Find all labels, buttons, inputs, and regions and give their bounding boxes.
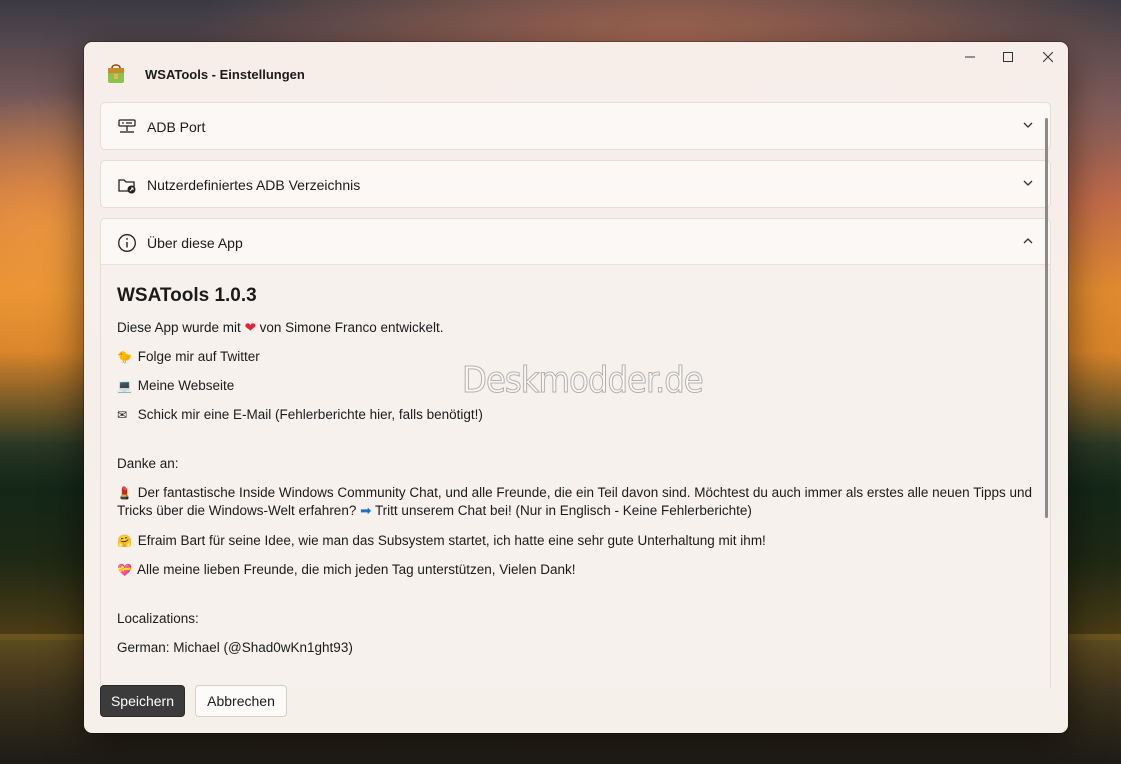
chevron-up-icon[interactable]: [1022, 235, 1034, 247]
close-icon: [1043, 52, 1053, 62]
minimize-icon: [965, 56, 975, 58]
adb-directory-expander[interactable]: Nutzerdefiniertes ADB Verzeichnis: [100, 160, 1051, 208]
laptop-icon: 💻: [117, 379, 132, 393]
german-localization: German: Michael (@Shad0wKn1ght93): [117, 640, 353, 655]
about-content: WSATools 1.0.3 Diese App wurde mit ❤ von…: [101, 265, 1050, 688]
adb-directory-label: Nutzerdefiniertes ADB Verzeichnis: [147, 177, 361, 193]
heart-icon: ❤: [244, 320, 256, 335]
join-chat-link[interactable]: Tritt unserem Chat bei! (Nur in Englisch…: [375, 503, 752, 518]
thanks-efraim-line: 🤗 Efraim Bart für seine Idee, wie man da…: [117, 532, 766, 550]
hugging-face-icon: 🤗: [117, 534, 132, 548]
adb-port-label: ADB Port: [147, 119, 206, 135]
thanks-friends-line: 💝 Alle meine lieben Freunde, die mich je…: [117, 561, 576, 579]
about-label: Über diese App: [147, 235, 243, 251]
app-icon: [108, 64, 124, 83]
minimize-button[interactable]: [950, 42, 990, 72]
envelope-icon: ✉: [117, 408, 128, 422]
info-icon: [118, 234, 136, 252]
network-port-icon: [118, 119, 136, 133]
website-line: 💻 Meine Webseite: [117, 377, 234, 395]
lipstick-icon: 💄: [117, 486, 132, 500]
chevron-down-icon[interactable]: [1022, 119, 1034, 131]
adb-port-header[interactable]: ADB Port: [101, 103, 1050, 149]
watermark: Deskmodder.de: [462, 360, 705, 402]
heart-gift-icon: 💝: [117, 563, 132, 577]
about-expander: Über diese App WSATools 1.0.3 Diese App …: [100, 218, 1051, 688]
about-title: WSATools 1.0.3: [117, 285, 257, 306]
title-bar[interactable]: WSATools - Einstellungen: [84, 42, 1068, 100]
close-button[interactable]: [1028, 42, 1068, 72]
thanks-efraim-text: Efraim Bart für seine Idee, wie man das …: [137, 533, 766, 548]
thanks-friends-text: Alle meine lieben Freunde, die mich jede…: [137, 562, 576, 577]
about-header[interactable]: Über diese App: [101, 219, 1050, 265]
twitter-link[interactable]: Folge mir auf Twitter: [138, 349, 260, 364]
scrollbar[interactable]: [1045, 118, 1048, 518]
adb-port-expander[interactable]: ADB Port: [100, 102, 1051, 150]
twitter-line: 🐤 Folge mir auf Twitter: [117, 348, 260, 366]
made-prefix: Diese App wurde mit: [117, 320, 241, 335]
made-with-line: Diese App wurde mit ❤ von Simone Franco …: [117, 319, 444, 337]
window-title: WSATools - Einstellungen: [145, 67, 305, 82]
adb-directory-header[interactable]: Nutzerdefiniertes ADB Verzeichnis: [101, 161, 1050, 207]
maximize-icon: [1003, 52, 1013, 62]
chick-icon: 🐤: [117, 350, 132, 364]
cancel-button[interactable]: Abbrechen: [195, 685, 287, 717]
arrow-right-icon: ➡: [360, 503, 372, 518]
save-button[interactable]: Speichern: [100, 685, 185, 717]
folder-link-icon: [118, 179, 136, 194]
email-line: ✉ Schick mir eine E-Mail (Fehlerberichte…: [117, 406, 483, 424]
thanks-community-line: 💄 Der fantastische Inside Windows Commun…: [117, 484, 1037, 520]
email-link[interactable]: Schick mir eine E-Mail (Fehlerberichte h…: [138, 407, 483, 422]
chevron-down-icon[interactable]: [1022, 177, 1034, 189]
made-suffix: von Simone Franco entwickelt.: [259, 320, 444, 335]
thanks-heading: Danke an:: [117, 456, 179, 471]
localizations-heading: Localizations:: [117, 611, 199, 626]
maximize-button[interactable]: [988, 42, 1028, 72]
website-link[interactable]: Meine Webseite: [138, 378, 235, 393]
